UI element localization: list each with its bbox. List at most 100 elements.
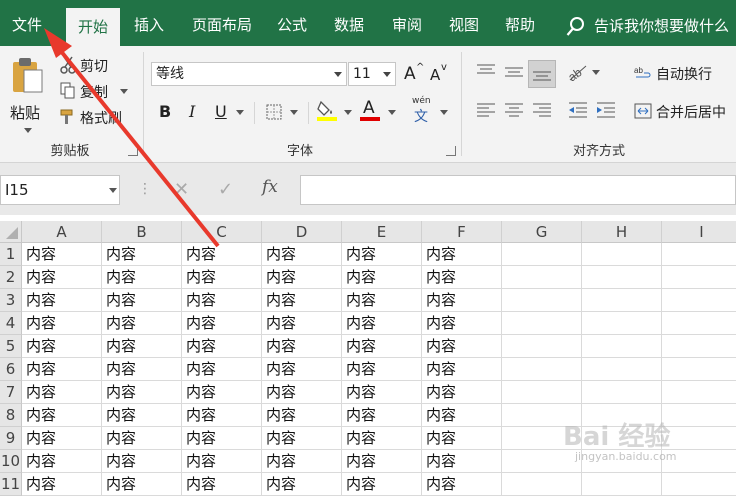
tab-file[interactable]: 文件	[0, 0, 54, 46]
phonetic-button[interactable]: wén 文	[410, 96, 450, 126]
row-header[interactable]: 1	[0, 243, 22, 266]
cell[interactable]	[582, 381, 662, 404]
cell[interactable]	[582, 473, 662, 496]
enter-icon[interactable]: ✓	[218, 179, 233, 200]
tab-insert[interactable]: 插入	[124, 0, 174, 46]
cell[interactable]	[582, 289, 662, 312]
cell[interactable]	[502, 427, 582, 450]
cell[interactable]: 内容	[262, 427, 342, 450]
cell[interactable]: 内容	[182, 358, 262, 381]
cell[interactable]: 内容	[102, 473, 182, 496]
cell[interactable]: 内容	[22, 473, 102, 496]
cell[interactable]	[502, 358, 582, 381]
cell[interactable]: 内容	[262, 335, 342, 358]
column-header[interactable]: I	[662, 221, 736, 243]
cell[interactable]: 内容	[182, 450, 262, 473]
cell[interactable]: 内容	[22, 312, 102, 335]
cell[interactable]: 内容	[422, 266, 502, 289]
cell[interactable]: 内容	[422, 450, 502, 473]
cell[interactable]: 内容	[342, 289, 422, 312]
italic-button[interactable]: I	[184, 100, 204, 124]
cell[interactable]: 内容	[342, 312, 422, 335]
cell[interactable]: 内容	[22, 335, 102, 358]
name-box[interactable]: I15	[0, 175, 120, 205]
cell[interactable]: 内容	[422, 312, 502, 335]
font-launcher-icon[interactable]	[446, 146, 456, 156]
cell[interactable]: 内容	[182, 473, 262, 496]
cell[interactable]	[582, 312, 662, 335]
cell[interactable]	[502, 473, 582, 496]
cell[interactable]: 内容	[22, 381, 102, 404]
column-header[interactable]: B	[102, 221, 182, 243]
cell[interactable]	[582, 427, 662, 450]
row-header[interactable]: 10	[0, 450, 22, 473]
cell[interactable]	[662, 266, 736, 289]
tab-review[interactable]: 审阅	[382, 0, 432, 46]
align-left-button[interactable]	[474, 98, 498, 122]
column-header[interactable]: H	[582, 221, 662, 243]
cell[interactable]: 内容	[102, 289, 182, 312]
row-header[interactable]: 9	[0, 427, 22, 450]
cell[interactable]	[662, 312, 736, 335]
cell[interactable]: 内容	[342, 335, 422, 358]
tab-page-layout[interactable]: 页面布局	[182, 0, 262, 46]
font-size-select[interactable]: 11	[348, 62, 396, 86]
column-header[interactable]: E	[342, 221, 422, 243]
bold-button[interactable]: B	[156, 100, 176, 124]
underline-button[interactable]: U	[212, 100, 246, 124]
cell[interactable]: 内容	[102, 381, 182, 404]
cell[interactable]: 内容	[422, 243, 502, 266]
cell[interactable]: 内容	[182, 381, 262, 404]
cell[interactable]	[662, 243, 736, 266]
merge-center-button[interactable]: 合并后居中	[634, 100, 736, 124]
cell[interactable]: 内容	[102, 358, 182, 381]
cell[interactable]: 内容	[342, 427, 422, 450]
cell[interactable]: 内容	[422, 289, 502, 312]
cell[interactable]: 内容	[102, 404, 182, 427]
cell[interactable]: 内容	[342, 404, 422, 427]
cell[interactable]: 内容	[262, 266, 342, 289]
row-header[interactable]: 8	[0, 404, 22, 427]
borders-button[interactable]	[264, 100, 304, 124]
cell[interactable]: 内容	[22, 358, 102, 381]
fill-color-button[interactable]	[316, 98, 354, 126]
cell[interactable]: 内容	[422, 473, 502, 496]
clipboard-launcher-icon[interactable]	[128, 146, 138, 156]
cell[interactable]: 内容	[182, 335, 262, 358]
cell[interactable]: 内容	[342, 381, 422, 404]
paste-button[interactable]: 粘贴	[6, 54, 46, 136]
row-header[interactable]: 11	[0, 473, 22, 496]
wrap-text-button[interactable]: ab 自动换行	[634, 62, 734, 86]
cell[interactable]: 内容	[22, 450, 102, 473]
cell[interactable]: 内容	[182, 289, 262, 312]
align-middle-button[interactable]	[502, 60, 526, 84]
font-name-select[interactable]: 等线	[151, 62, 347, 86]
cell[interactable]	[502, 243, 582, 266]
tab-view[interactable]: 视图	[440, 0, 488, 46]
select-all-corner[interactable]	[0, 221, 22, 243]
shrink-font-button[interactable]: A v	[428, 62, 450, 86]
cell[interactable]: 内容	[422, 335, 502, 358]
row-header[interactable]: 6	[0, 358, 22, 381]
tab-help[interactable]: 帮助	[496, 0, 544, 46]
copy-button[interactable]: 复制	[58, 80, 138, 102]
cell[interactable]	[662, 289, 736, 312]
cell[interactable]: 内容	[182, 266, 262, 289]
cut-button[interactable]: 剪切	[58, 54, 138, 76]
cell[interactable]: 内容	[182, 404, 262, 427]
column-header[interactable]: C	[182, 221, 262, 243]
row-header[interactable]: 4	[0, 312, 22, 335]
tab-data[interactable]: 数据	[324, 0, 374, 46]
column-header[interactable]: A	[22, 221, 102, 243]
cell[interactable]: 内容	[182, 312, 262, 335]
cell[interactable]: 内容	[22, 404, 102, 427]
align-bottom-button[interactable]	[528, 60, 556, 88]
row-header[interactable]: 3	[0, 289, 22, 312]
insert-function-icon[interactable]: fx	[262, 177, 278, 197]
cell[interactable]: 内容	[22, 243, 102, 266]
cell[interactable]	[582, 358, 662, 381]
cell[interactable]: 内容	[262, 243, 342, 266]
cell[interactable]	[662, 427, 736, 450]
cancel-icon[interactable]: ✕	[174, 179, 189, 200]
row-header[interactable]: 5	[0, 335, 22, 358]
